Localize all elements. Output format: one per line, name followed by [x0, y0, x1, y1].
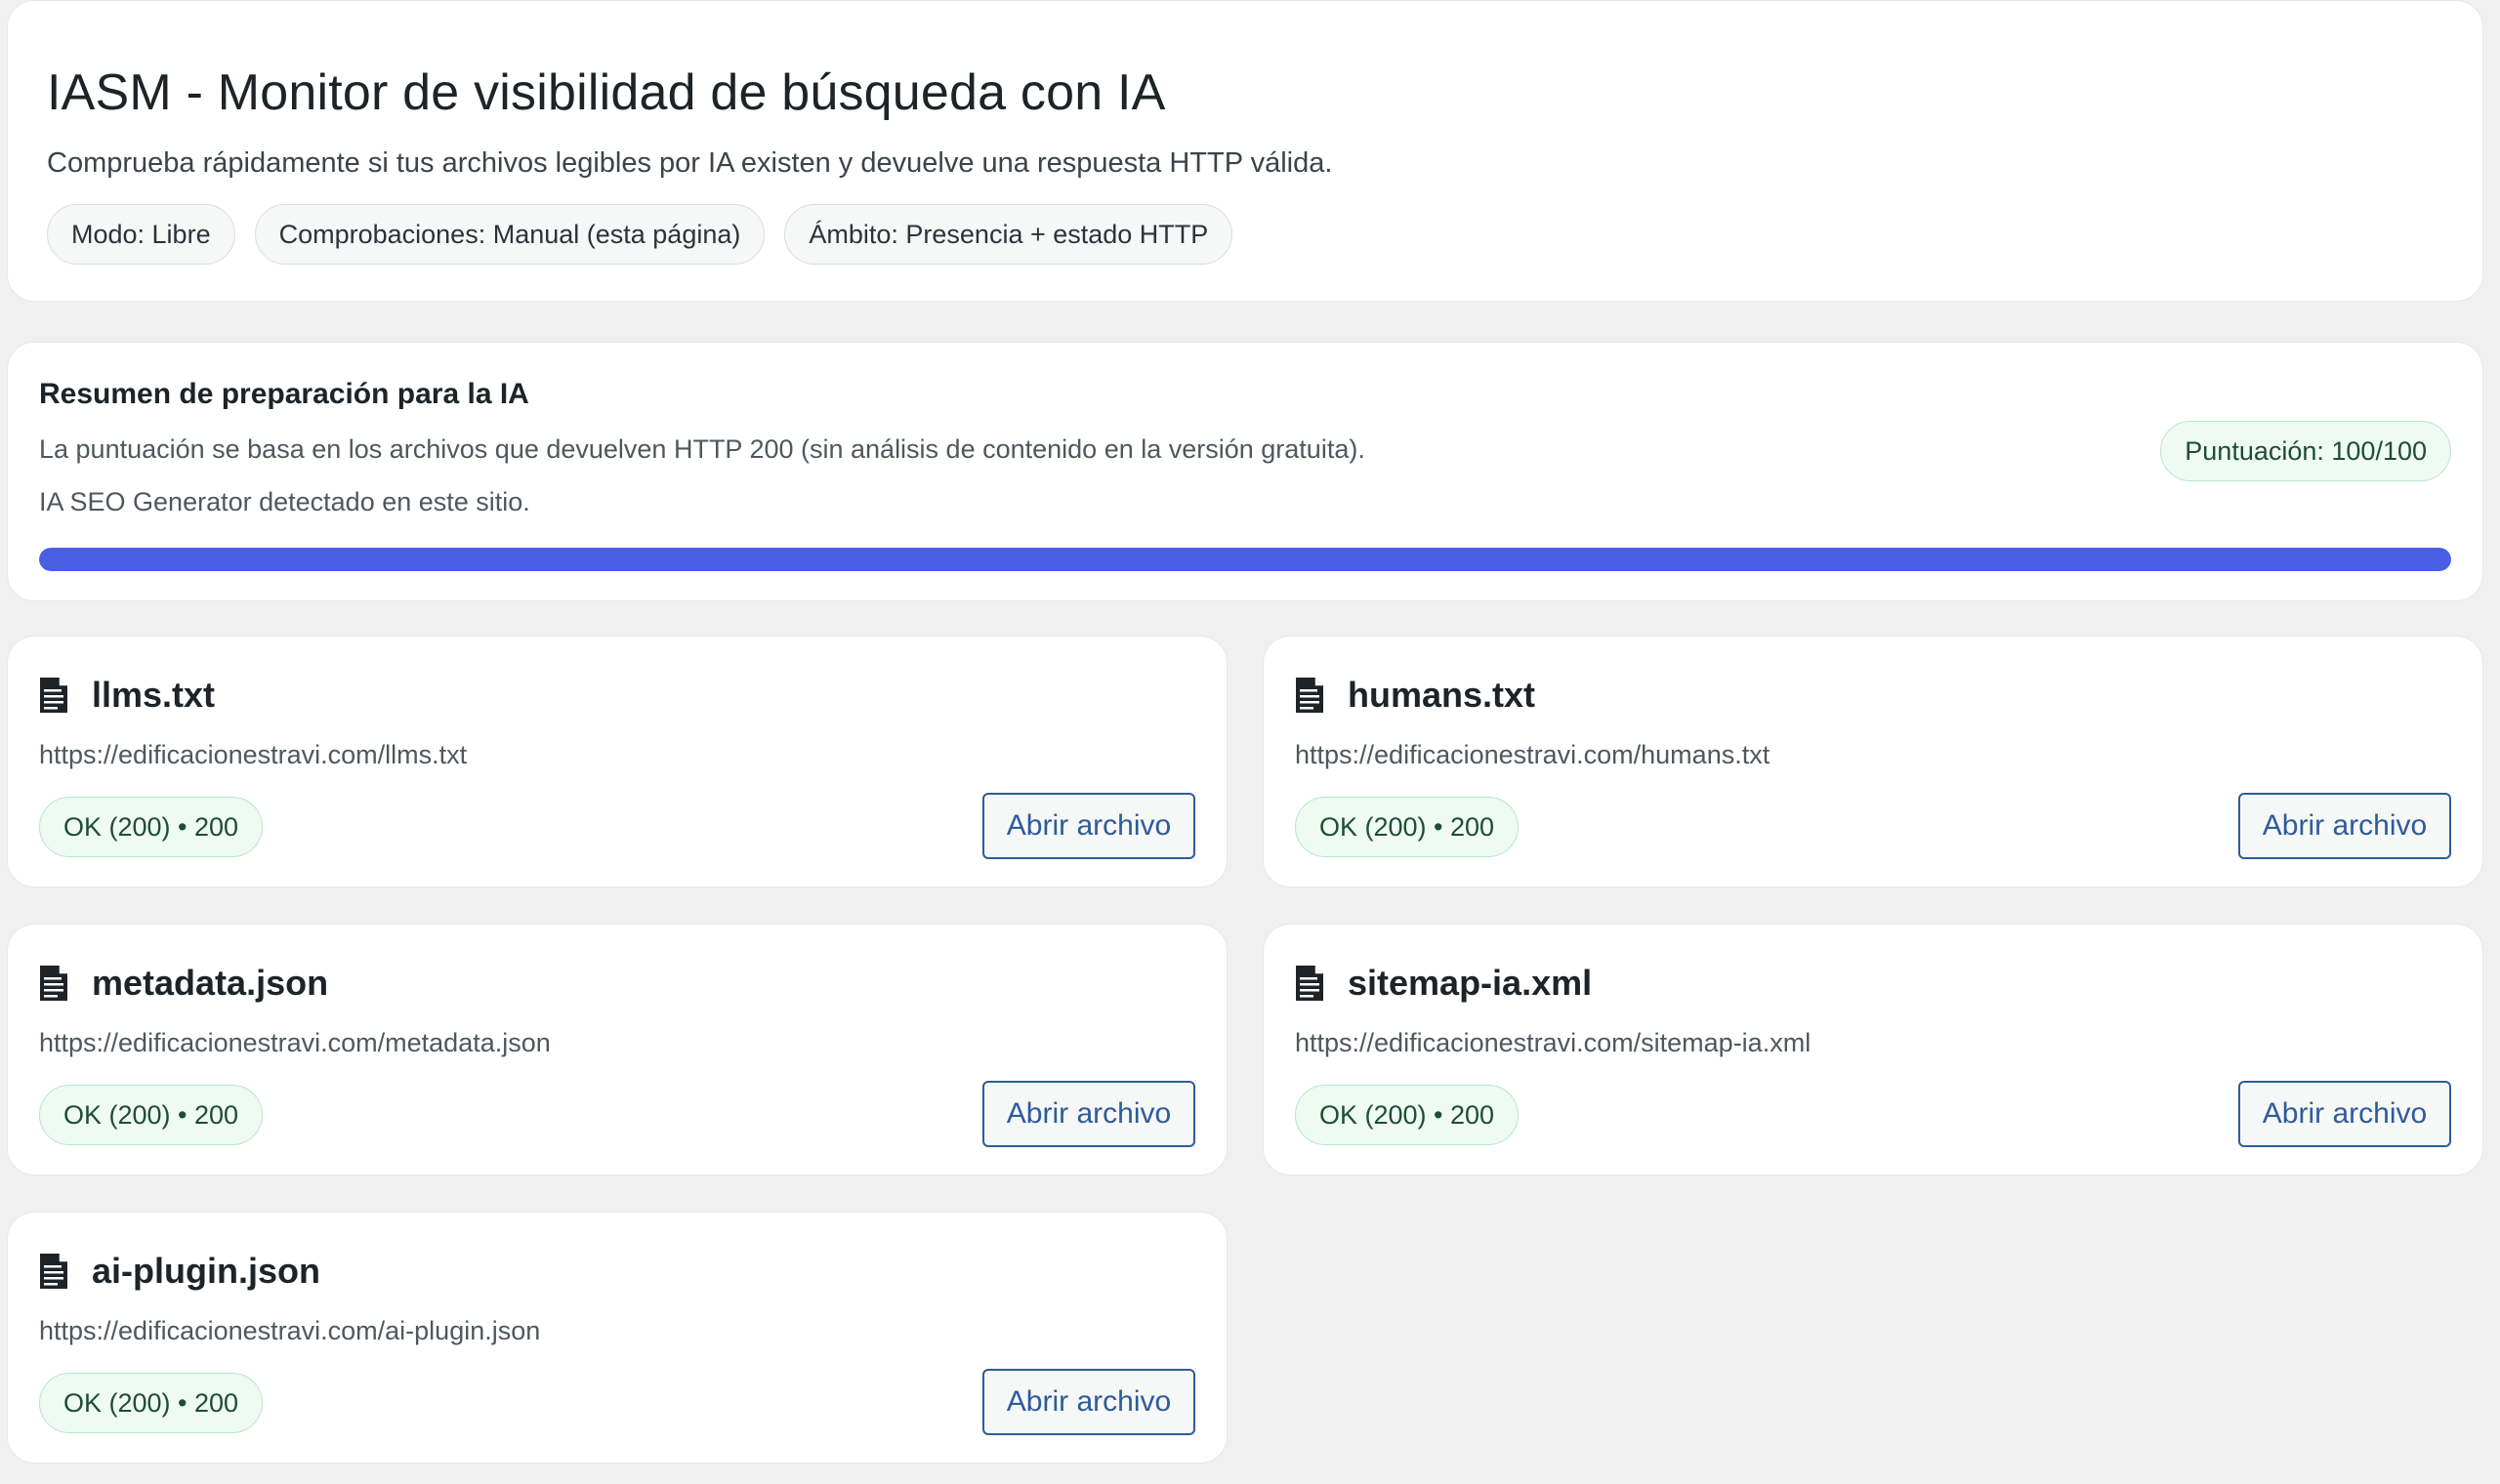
document-icon	[40, 966, 67, 1001]
file-name: sitemap-ia.xml	[1348, 963, 1593, 1003]
open-file-button[interactable]: Abrir archivo	[2238, 1081, 2451, 1147]
file-name: ai-plugin.json	[92, 1251, 320, 1291]
summary-card: Resumen de preparación para la IA La pun…	[7, 342, 2483, 601]
file-card-sitemap: sitemap-ia.xml https://edificacionestrav…	[1263, 924, 2483, 1175]
checks-pill: Comprobaciones: Manual (esta página)	[254, 204, 766, 265]
document-icon	[1296, 966, 1323, 1001]
card-header: ai-plugin.json	[39, 1246, 1195, 1297]
file-card-ai-plugin: ai-plugin.json https://edificacionestrav…	[7, 1212, 1228, 1463]
file-name: llms.txt	[92, 675, 216, 715]
file-card-llms: llms.txt https://edificacionestravi.com/…	[7, 636, 1228, 887]
document-icon	[1296, 678, 1323, 713]
file-card-metadata: metadata.json https://edificacionestravi…	[7, 924, 1228, 1175]
header-card: IASM - Monitor de visibilidad de búsqued…	[7, 0, 2483, 302]
status-badge: OK (200) • 200	[39, 797, 264, 857]
file-name: metadata.json	[92, 963, 329, 1003]
info-pills: Modo: Libre Comprobaciones: Manual (esta…	[47, 204, 2443, 265]
score-progress-bar	[39, 548, 2451, 571]
scope-pill: Ámbito: Presencia + estado HTTP	[784, 204, 1233, 265]
score-badge: Puntuación: 100/100	[2160, 421, 2451, 481]
status-badge: OK (200) • 200	[1295, 797, 1520, 857]
file-url: https://edificacionestravi.com/sitemap-i…	[1295, 1028, 1812, 1057]
file-url: https://edificacionestravi.com/humans.tx…	[1295, 740, 1771, 769]
status-badge: OK (200) • 200	[1295, 1085, 1520, 1145]
file-name: humans.txt	[1348, 675, 1536, 715]
open-file-button[interactable]: Abrir archivo	[982, 793, 1195, 859]
document-icon	[40, 678, 67, 713]
file-card-humans: humans.txt https://edificacionestravi.co…	[1263, 636, 2483, 887]
generator-detected-text: IA SEO Generator detectado en este sitio…	[39, 487, 530, 516]
page: IASM - Monitor de visibilidad de búsqued…	[0, 0, 2500, 1484]
file-url: https://edificacionestravi.com/ai-plugin…	[39, 1316, 541, 1345]
card-header: metadata.json	[39, 958, 1195, 1009]
page-title: IASM - Monitor de visibilidad de búsqued…	[47, 64, 1166, 121]
card-header: sitemap-ia.xml	[1295, 958, 2451, 1009]
status-badge: OK (200) • 200	[39, 1373, 264, 1433]
document-icon	[40, 1254, 67, 1289]
open-file-button[interactable]: Abrir archivo	[982, 1369, 1195, 1435]
open-file-button[interactable]: Abrir archivo	[982, 1081, 1195, 1147]
mode-pill: Modo: Libre	[47, 204, 235, 265]
card-header: humans.txt	[1295, 670, 2451, 721]
status-badge: OK (200) • 200	[39, 1085, 264, 1145]
file-url: https://edificacionestravi.com/metadata.…	[39, 1028, 551, 1057]
score-progress-fill	[39, 548, 2451, 571]
summary-title: Resumen de preparación para la IA	[39, 378, 529, 410]
file-url: https://edificacionestravi.com/llms.txt	[39, 740, 468, 769]
card-header: llms.txt	[39, 670, 1195, 721]
page-subtitle: Comprueba rápidamente si tus archivos le…	[47, 147, 1333, 179]
summary-description: La puntuación se basa en los archivos qu…	[39, 434, 1365, 464]
open-file-button[interactable]: Abrir archivo	[2238, 793, 2451, 859]
